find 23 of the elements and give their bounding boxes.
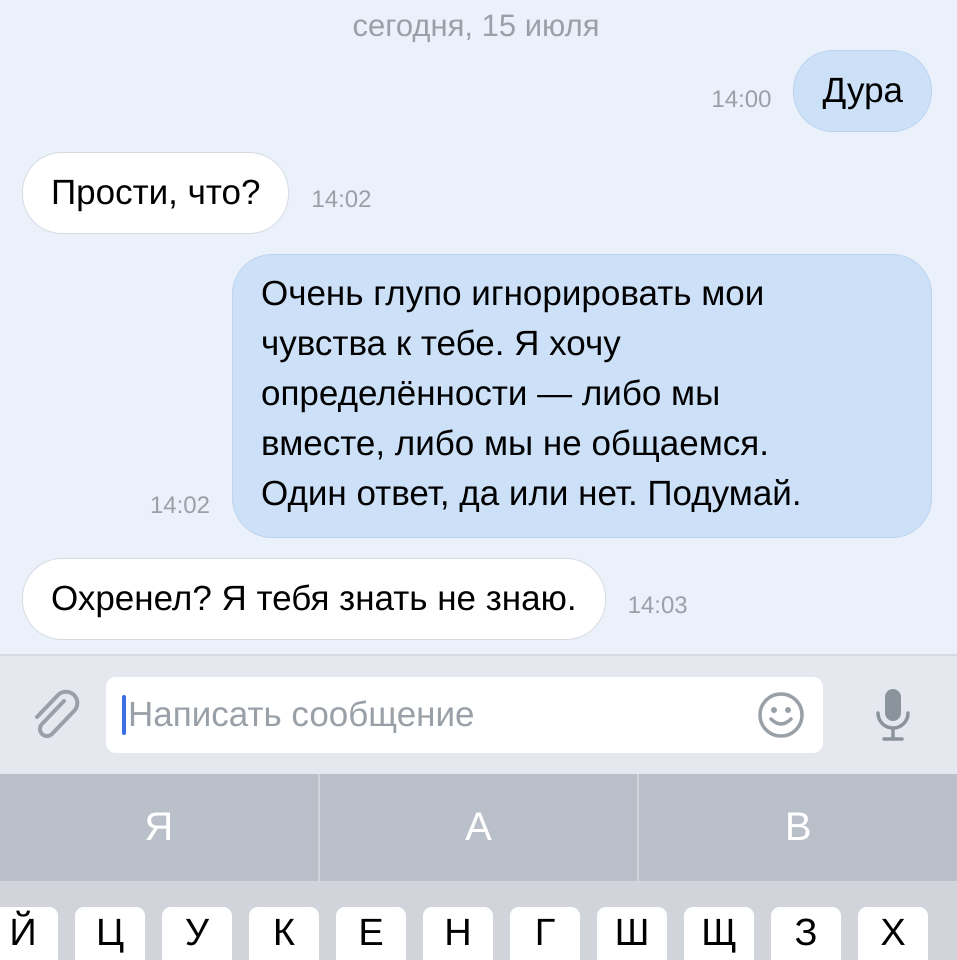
message-composer[interactable]: Написать сообщение [106, 677, 823, 753]
keyboard-key[interactable]: Й [0, 907, 58, 960]
emoji-icon[interactable] [757, 691, 805, 739]
keyboard-key[interactable]: Г [510, 907, 580, 960]
received-message: Охренел? Я тебя знать не знаю. [22, 558, 606, 640]
received-message: Прости, что? [22, 152, 290, 234]
keyboard-key[interactable]: З [771, 907, 841, 960]
message-time: 14:03 [628, 592, 688, 620]
keyboard-key[interactable]: Е [336, 907, 406, 960]
message-time: 14:00 [711, 86, 772, 114]
keyboard-key[interactable]: Ш [597, 907, 667, 960]
text-cursor-icon [122, 695, 126, 735]
keyboard-key[interactable]: Н [423, 907, 493, 960]
keyboard-key[interactable]: К [249, 907, 319, 960]
date-header: сегодня, 15 июля [352, 8, 600, 44]
keyboard-key[interactable]: Х [858, 907, 928, 960]
message-time: 14:02 [150, 492, 210, 520]
sent-message: Очень глупо игнорировать мои чувства к тебе. Я хочу определённости — либо мы вместе, либо мы не общаемся. Один ответ, да или нет. Подумай. [232, 254, 932, 538]
keyboard-key[interactable]: Щ [684, 907, 754, 960]
keyboard-key[interactable]: У [162, 907, 232, 960]
sent-message: Дура [793, 50, 932, 132]
message-time: 14:02 [311, 186, 372, 214]
keyboard-key[interactable]: Ц [75, 907, 145, 960]
